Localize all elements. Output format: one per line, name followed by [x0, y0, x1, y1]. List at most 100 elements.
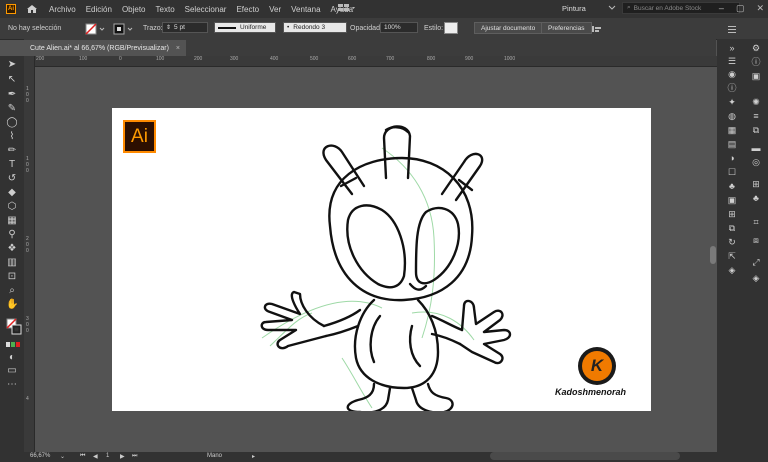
- last-artboard-icon[interactable]: ⏭: [132, 453, 137, 460]
- graphic-styles-icon[interactable]: ▣: [727, 195, 737, 205]
- horizontal-scrollbar-thumb[interactable]: [490, 452, 680, 460]
- stroke-panel-icon[interactable]: ≡: [751, 111, 761, 121]
- swatches-icon[interactable]: ▦: [727, 125, 737, 135]
- zoom-level[interactable]: 66,67%: [30, 453, 50, 459]
- expand-icon[interactable]: ⤢: [751, 257, 761, 267]
- tag-icon[interactable]: ⌗: [751, 217, 761, 227]
- properties-icon[interactable]: ☰: [727, 56, 737, 66]
- next-icon[interactable]: ▶: [120, 453, 125, 460]
- direct-selection-tool-icon[interactable]: ↖: [6, 74, 18, 86]
- document-tab[interactable]: Cute Alien.ai* al 66,67% (RGB/Previsuali…: [24, 40, 186, 56]
- gear-icon[interactable]: ⚙: [751, 43, 761, 53]
- status-arrow-icon[interactable]: ▸: [252, 453, 255, 460]
- transform-icon[interactable]: ↻: [727, 237, 737, 247]
- pen-tool-icon[interactable]: ✒: [6, 89, 18, 101]
- eyedropper-tool-icon[interactable]: ⚲: [6, 229, 18, 241]
- menu-ver[interactable]: Ver: [264, 5, 286, 14]
- zoom-dropdown-icon[interactable]: ⌄: [60, 453, 65, 460]
- graph-tool-icon[interactable]: ▥: [6, 257, 18, 269]
- gradient-panel-icon[interactable]: ▤: [727, 139, 737, 149]
- align-options[interactable]: [591, 22, 605, 35]
- arrange-documents[interactable]: [337, 3, 357, 13]
- curvature-tool-icon[interactable]: ✎: [6, 103, 18, 115]
- layers-icon[interactable]: ◈: [727, 265, 737, 275]
- appearance-icon[interactable]: ☐: [727, 167, 737, 177]
- color-mode-icons[interactable]: [6, 340, 20, 352]
- vertical-scrollbar-thumb[interactable]: [710, 246, 716, 264]
- shape-builder-tool-icon[interactable]: ⬡: [6, 201, 18, 213]
- fill-stroke-icon[interactable]: [6, 318, 22, 336]
- eraser-tool-icon[interactable]: ◆: [6, 187, 18, 199]
- fill-stroke-swatches[interactable]: [6, 318, 22, 335]
- menu-seleccionar[interactable]: Seleccionar: [180, 5, 232, 14]
- pathfinder-icon[interactable]: ⧉: [727, 223, 737, 233]
- stack-icon[interactable]: ◈: [751, 273, 761, 283]
- stroke-swatch[interactable]: [113, 22, 133, 35]
- more-tools-icon[interactable]: ⋯: [6, 379, 18, 391]
- menu-archivo[interactable]: Archivo: [44, 5, 81, 14]
- ellipse-tool-icon[interactable]: ◯: [6, 117, 18, 129]
- menu-efecto[interactable]: Efecto: [231, 5, 264, 14]
- brushes-icon[interactable]: ✦: [727, 97, 737, 107]
- brush-definition[interactable]: • Redondo 3: [283, 22, 347, 33]
- copy-icon[interactable]: ⧉: [751, 125, 761, 135]
- grid-icon[interactable]: ⊞: [751, 179, 761, 189]
- type-tool-icon[interactable]: T: [6, 159, 18, 171]
- stroke-label[interactable]: Trazo:: [143, 22, 163, 35]
- symbols-icon[interactable]: ♣: [727, 181, 737, 191]
- info-circle-icon[interactable]: ⓘ: [751, 57, 761, 67]
- tab-close-icon[interactable]: ×: [176, 45, 180, 52]
- selection-tool-icon[interactable]: ➤: [6, 59, 18, 71]
- hand-tool-icon[interactable]: ✋: [6, 299, 18, 311]
- arrange-documents-icon[interactable]: [337, 3, 357, 13]
- pencil-tool-icon[interactable]: ✏: [6, 145, 18, 157]
- gradient-swatch-icon[interactable]: ▬: [751, 143, 761, 153]
- panel-menu-icon[interactable]: [728, 22, 742, 35]
- align-icon[interactable]: [591, 24, 605, 34]
- close-icon[interactable]: ✕: [756, 3, 764, 14]
- menu-ventana[interactable]: Ventana: [286, 5, 325, 14]
- opacity-label[interactable]: Opacidad:: [350, 22, 382, 35]
- screen-mode-icon[interactable]: ▭: [6, 365, 18, 377]
- variable-width-profile[interactable]: Uniforme: [214, 22, 276, 33]
- preferences-button[interactable]: Preferencias: [541, 22, 592, 34]
- artboard-tool-icon[interactable]: ⊡: [6, 271, 18, 283]
- sun-icon[interactable]: ✺: [751, 97, 761, 107]
- menu-objeto[interactable]: Objeto: [117, 5, 151, 14]
- menu-edicion[interactable]: Edición: [81, 5, 117, 14]
- alien-illustration[interactable]: [112, 108, 651, 411]
- blend-tool-icon[interactable]: ❖: [6, 243, 18, 255]
- zoom-tool-icon[interactable]: ⌕: [6, 285, 18, 297]
- home-icon[interactable]: [26, 4, 38, 14]
- stepper-icon[interactable]: ⇕: [166, 24, 171, 31]
- align-panel-icon[interactable]: ⊞: [727, 209, 737, 219]
- libraries-icon[interactable]: ◉: [727, 69, 737, 79]
- paintbrush-tool-icon[interactable]: ⌇: [6, 131, 18, 143]
- rotate-tool-icon[interactable]: ↺: [6, 173, 18, 185]
- artboard-number[interactable]: 1: [106, 453, 109, 459]
- opacity-field[interactable]: 100%: [380, 22, 418, 33]
- stroke-weight-field[interactable]: ⇕ 5 pt: [162, 22, 208, 33]
- export-icon[interactable]: ⇱: [727, 251, 737, 261]
- circle-overlap-icon[interactable]: ◎: [751, 157, 761, 167]
- color-icon[interactable]: ◍: [727, 111, 737, 121]
- workspace-switcher[interactable]: Pintura: [562, 4, 602, 13]
- menu-texto[interactable]: Texto: [151, 5, 180, 14]
- cube-icon[interactable]: ▣: [751, 71, 761, 81]
- graphic-style-swatch[interactable]: [444, 22, 458, 34]
- collapse-panels-icon[interactable]: »: [727, 43, 737, 53]
- minimize-icon[interactable]: –: [719, 3, 724, 14]
- club-icon[interactable]: ♣: [751, 193, 761, 203]
- chevron-down-icon[interactable]: [99, 26, 105, 32]
- chevron-down-icon[interactable]: [608, 5, 616, 11]
- maximize-icon[interactable]: ▢: [736, 3, 745, 14]
- document-setup-button[interactable]: Ajustar documento: [474, 22, 543, 34]
- gradient-tool-icon[interactable]: ▦: [6, 215, 18, 227]
- info-icon[interactable]: ⓘ: [727, 83, 737, 93]
- chevron-down-icon[interactable]: [127, 26, 133, 32]
- transparency-icon[interactable]: ◑: [727, 153, 737, 163]
- fill-swatch[interactable]: [85, 22, 105, 35]
- draw-mode-icon[interactable]: ◐: [6, 352, 18, 364]
- prev-artboard-icon[interactable]: ⏮: [80, 453, 85, 460]
- ungroup-icon[interactable]: ⧈: [751, 235, 761, 245]
